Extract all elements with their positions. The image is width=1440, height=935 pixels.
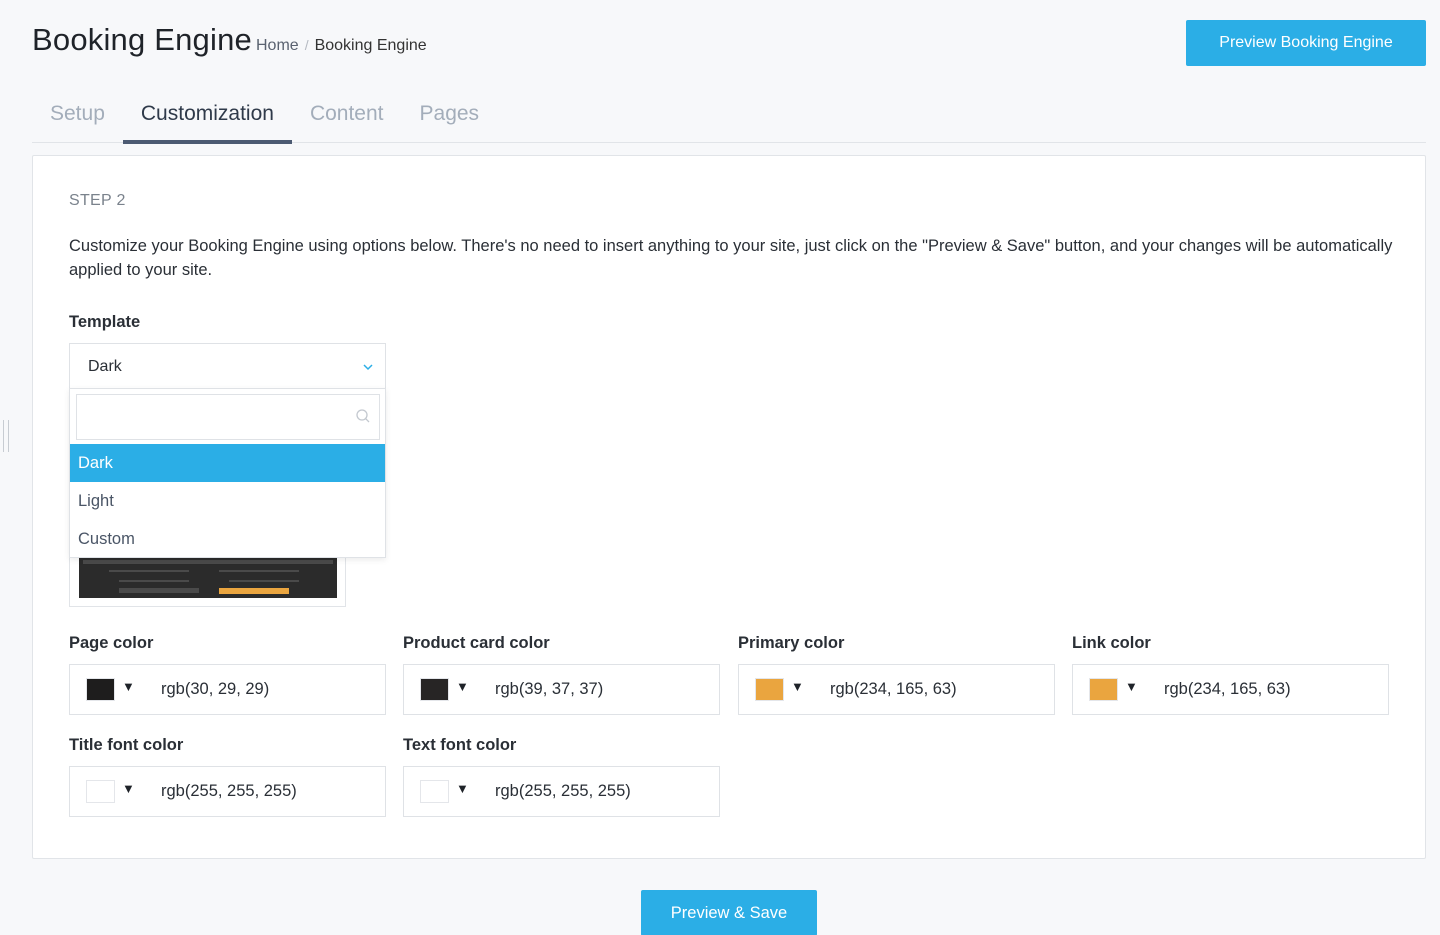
title-font-color-label: Title font color (69, 736, 184, 754)
template-dropdown-menu: Dark Light Custom (69, 388, 386, 558)
tab-pages[interactable]: Pages (402, 94, 498, 143)
caret-down-icon: ▼ (456, 781, 469, 796)
template-preview-image (69, 550, 346, 607)
link-color-label: Link color (1072, 634, 1151, 652)
title-font-color-swatch (86, 780, 115, 803)
preview-and-save-button[interactable]: Preview & Save (641, 890, 817, 935)
caret-down-icon: ▼ (1125, 679, 1138, 694)
page-color-value: rgb(30, 29, 29) (161, 680, 270, 698)
page-color-picker[interactable]: ▼ rgb(30, 29, 29) (69, 664, 386, 715)
tab-customization[interactable]: Customization (122, 94, 293, 144)
breadcrumb-separator: / (304, 37, 309, 53)
tab-content[interactable]: Content (292, 94, 402, 143)
template-selected-value: Dark (88, 357, 122, 375)
page-color-swatch (86, 678, 115, 701)
caret-down-icon: ▼ (456, 679, 469, 694)
template-preview-screenshot (79, 554, 337, 598)
caret-down-icon: ▼ (122, 781, 135, 796)
primary-color-picker[interactable]: ▼ rgb(234, 165, 63) (738, 664, 1055, 715)
breadcrumb-current: Booking Engine (314, 37, 427, 54)
template-option-dark[interactable]: Dark (70, 444, 385, 482)
resize-handle[interactable] (3, 420, 9, 452)
text-font-color-label: Text font color (403, 736, 517, 754)
search-icon (356, 409, 370, 423)
caret-down-icon: ▼ (122, 679, 135, 694)
link-color-swatch (1089, 678, 1118, 701)
template-select[interactable]: Dark (69, 343, 386, 389)
page-color-label: Page color (69, 634, 154, 652)
template-search-input[interactable] (76, 394, 380, 440)
primary-color-swatch (755, 678, 784, 701)
template-option-custom[interactable]: Custom (70, 520, 385, 558)
title-font-color-value: rgb(255, 255, 255) (161, 782, 297, 800)
tab-bar: Setup Customization Content Pages (32, 94, 1426, 144)
page-title: Booking Engine (32, 22, 252, 57)
caret-down-icon: ▼ (791, 679, 804, 694)
product-card-color-value: rgb(39, 37, 37) (495, 680, 604, 698)
chevron-down-icon (363, 364, 373, 371)
breadcrumb-home-link[interactable]: Home (256, 37, 299, 55)
step-label: STEP 2 (69, 192, 126, 209)
product-card-color-swatch (420, 678, 449, 701)
step-description: Customize your Booking Engine using opti… (69, 237, 1393, 279)
tab-setup[interactable]: Setup (32, 94, 123, 143)
text-font-color-value: rgb(255, 255, 255) (495, 782, 631, 800)
template-label: Template (69, 313, 141, 331)
product-card-color-picker[interactable]: ▼ rgb(39, 37, 37) (403, 664, 720, 715)
preview-booking-engine-button[interactable]: Preview Booking Engine (1186, 20, 1426, 66)
text-font-color-picker[interactable]: ▼ rgb(255, 255, 255) (403, 766, 720, 817)
primary-color-value: rgb(234, 165, 63) (830, 680, 957, 698)
breadcrumb: Home / Booking Engine (256, 37, 427, 55)
customization-card: STEP 2 Customize your Booking Engine usi… (32, 155, 1426, 859)
link-color-picker[interactable]: ▼ rgb(234, 165, 63) (1072, 664, 1389, 715)
product-card-color-label: Product card color (403, 634, 550, 652)
link-color-value: rgb(234, 165, 63) (1164, 680, 1291, 698)
page-header: Booking Engine Home / Booking Engine Pre… (32, 20, 1426, 70)
primary-color-label: Primary color (738, 634, 845, 652)
text-font-color-swatch (420, 780, 449, 803)
title-font-color-picker[interactable]: ▼ rgb(255, 255, 255) (69, 766, 386, 817)
template-option-light[interactable]: Light (70, 482, 385, 520)
